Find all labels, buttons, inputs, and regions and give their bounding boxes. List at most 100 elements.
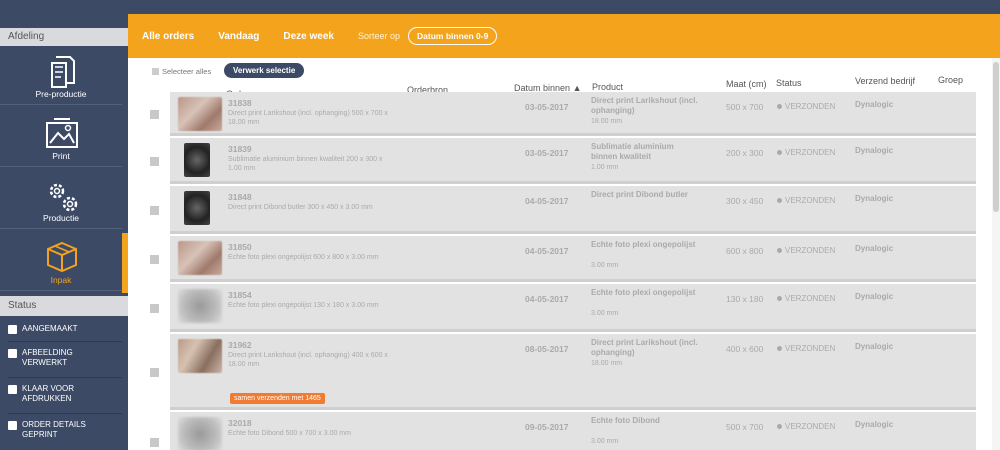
- carrier-name: Dynalogic: [855, 244, 894, 253]
- order-row[interactable]: 31838 Direct print Larikshout (incl. opha…: [170, 92, 976, 136]
- divider: [8, 377, 122, 378]
- order-id: 31848: [228, 192, 252, 202]
- product-thickness: 18.00 mm: [591, 360, 623, 367]
- product-name: Echte foto plexi ongepolijst: [591, 288, 696, 297]
- status-text: VERZONDEN: [785, 422, 836, 431]
- carrier-name: Dynalogic: [855, 146, 894, 155]
- order-date: 03-05-2017: [525, 148, 569, 158]
- product-thickness: 3.00 mm: [591, 262, 619, 269]
- divider: [8, 413, 122, 414]
- product-name: Echte foto Dibond: [591, 416, 660, 425]
- order-description: Direct print Larikshout (incl. ophanging…: [228, 110, 388, 126]
- row-checkbox[interactable]: [150, 438, 159, 447]
- row-checkbox[interactable]: [150, 304, 159, 313]
- product-thickness: 1.00 mm: [591, 164, 619, 171]
- status-dot-icon: [777, 296, 782, 301]
- order-status: VERZONDEN: [777, 102, 835, 111]
- order-row[interactable]: 31962 Direct print Larikshout (incl. opha…: [170, 334, 976, 410]
- order-thumbnail: [184, 191, 210, 225]
- dept-label: Print: [52, 151, 70, 161]
- status-dot-icon: [777, 346, 782, 351]
- select-all-label: Selecteer alles: [162, 67, 212, 76]
- select-all[interactable]: Selecteer alles: [152, 67, 211, 76]
- orders-panel: Selecteer alles Verwerk selectie Order O…: [128, 58, 1000, 450]
- status-label: ORDER DETAILS GEPRINT: [22, 420, 86, 439]
- dept-label: Pre-productie: [35, 89, 87, 99]
- app: Alle orders Vandaag Deze week Sorteer op…: [0, 0, 1000, 450]
- order-status: VERZONDEN: [777, 196, 835, 205]
- order-status: VERZONDEN: [777, 246, 835, 255]
- status-text: VERZONDEN: [785, 196, 836, 205]
- order-description: Direct print Larikshout (incl. ophanging…: [228, 352, 388, 368]
- order-size: 130 x 180: [726, 294, 764, 304]
- sidebar: Afdeling Pre-productie Print Productie I…: [0, 0, 128, 450]
- scrollbar-thumb[interactable]: [993, 62, 999, 212]
- dept-inpak[interactable]: Inpak: [0, 233, 122, 291]
- process-selection-button[interactable]: Verwerk selectie: [224, 63, 305, 78]
- status-filter-order-details-geprint[interactable]: ORDER DETAILS GEPRINT: [8, 420, 120, 450]
- carrier-name: Dynalogic: [855, 292, 894, 301]
- order-date: 09-05-2017: [525, 422, 569, 432]
- checkbox[interactable]: [8, 325, 17, 334]
- status-text: VERZONDEN: [785, 344, 836, 353]
- status-dot-icon: [777, 104, 782, 109]
- product-name: Direct print Larikshout (incl. ophanging…: [591, 96, 698, 115]
- sort-dropdown[interactable]: Datum binnen 0-9: [408, 27, 498, 45]
- row-checkbox[interactable]: [150, 368, 159, 377]
- order-description: Echte foto plexi ongepolijst 600 x 800 x…: [228, 254, 379, 261]
- scrollbar[interactable]: [992, 58, 1000, 450]
- order-id: 32018: [228, 418, 252, 428]
- status-dot-icon: [777, 198, 782, 203]
- order-thumbnail: [178, 339, 222, 373]
- checkbox[interactable]: [8, 349, 17, 358]
- order-id: 31962: [228, 340, 252, 350]
- status-filter-klaar-voor-afdrukken[interactable]: KLAAR VOOR AFDRUKKEN: [8, 384, 120, 414]
- col-groep: Groep: [938, 75, 964, 85]
- dept-label: Productie: [43, 213, 79, 223]
- filter-today[interactable]: Vandaag: [218, 31, 259, 42]
- order-row[interactable]: 31850 Echte foto plexi ongepolijst 600 x …: [170, 236, 976, 282]
- status-label: AFBEELDING VERWERKT: [22, 348, 73, 367]
- order-row[interactable]: 31839 Sublimatie aluminium binnen kwalite…: [170, 138, 976, 184]
- order-row[interactable]: 32018 Echte foto Dibond 500 x 700 x 3.00 …: [170, 412, 976, 450]
- order-thumbnail: [178, 97, 222, 131]
- row-checkbox[interactable]: [150, 157, 159, 166]
- order-thumbnail: [178, 417, 222, 450]
- row-checkbox[interactable]: [150, 110, 159, 119]
- order-status: VERZONDEN: [777, 344, 835, 353]
- col-verzend-bedrijf: Verzend bedrijf: [855, 76, 916, 86]
- dept-pre-productie[interactable]: Pre-productie: [0, 47, 122, 105]
- status-text: VERZONDEN: [785, 246, 836, 255]
- row-checkbox[interactable]: [150, 255, 159, 264]
- checkbox[interactable]: [8, 421, 17, 430]
- filter-all-orders[interactable]: Alle orders: [142, 31, 194, 42]
- dept-print[interactable]: Print: [0, 109, 122, 167]
- status-text: VERZONDEN: [785, 102, 836, 111]
- order-id: 31854: [228, 290, 252, 300]
- checkbox[interactable]: [8, 385, 17, 394]
- order-size: 500 x 700: [726, 422, 764, 432]
- order-row[interactable]: 31854 Echte foto plexi ongepolijst 130 x …: [170, 284, 976, 332]
- product-name: Sublimatie aluminium binnen kwaliteit: [591, 142, 674, 161]
- carrier-name: Dynalogic: [855, 100, 894, 109]
- order-id: 31839: [228, 144, 252, 154]
- filter-this-week[interactable]: Deze week: [283, 31, 334, 42]
- status-text: VERZONDEN: [785, 294, 836, 303]
- order-thumbnail: [184, 143, 210, 177]
- order-date: 04-05-2017: [525, 294, 569, 304]
- status-filter-afbeelding-verwerkt[interactable]: AFBEELDING VERWERKT: [8, 348, 120, 378]
- dept-productie[interactable]: Productie: [0, 171, 122, 229]
- order-row[interactable]: 31848 Direct print Dibond butler 300 x 45…: [170, 186, 976, 234]
- order-status: VERZONDEN: [777, 148, 835, 157]
- carrier-name: Dynalogic: [855, 194, 894, 203]
- order-description: Sublimatie aluminium binnen kwaliteit 20…: [228, 156, 383, 172]
- status-dot-icon: [777, 150, 782, 155]
- order-id: 31838: [228, 98, 252, 108]
- col-status: Status: [776, 78, 802, 88]
- order-size: 500 x 700: [726, 102, 764, 112]
- status-heading: Status: [0, 296, 128, 316]
- checkbox[interactable]: [152, 68, 159, 75]
- row-checkbox[interactable]: [150, 206, 159, 215]
- order-date: 04-05-2017: [525, 196, 569, 206]
- order-size: 600 x 800: [726, 246, 764, 256]
